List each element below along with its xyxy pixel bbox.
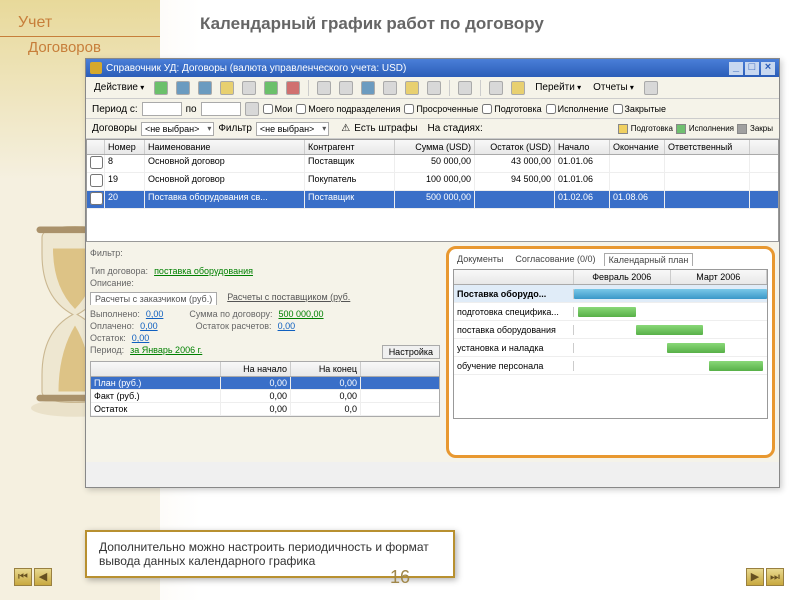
filter-combo[interactable]: <не выбран> [256, 122, 329, 136]
col-resp[interactable]: Ответственный [665, 140, 750, 154]
menubar: Действие Перейти Отчеты [86, 77, 779, 99]
period-to-label: по [186, 104, 197, 115]
copy-icon[interactable] [198, 81, 212, 95]
nav-first[interactable]: ⏮ [14, 568, 32, 586]
warning-icon: ⚠ [341, 123, 350, 134]
tool-icon-2[interactable] [264, 81, 278, 95]
fines-label: Есть штрафы [354, 123, 417, 134]
rtab-approval[interactable]: Согласование (0/0) [511, 253, 599, 266]
chk-overdue[interactable] [404, 104, 414, 114]
add-icon[interactable] [154, 81, 168, 95]
window-title: Справочник УД: Договоры (валюта управлен… [106, 63, 406, 74]
chip-closed [737, 124, 747, 134]
plan-row[interactable]: Остаток0,000,0 [91, 403, 439, 416]
rtab-docs[interactable]: Документы [453, 253, 507, 266]
chk-exec[interactable] [546, 104, 556, 114]
contracts-label: Договоры [92, 123, 137, 134]
nav-prev[interactable]: ◀ [34, 568, 52, 586]
nav-last[interactable]: ⏭ [766, 568, 784, 586]
onstage-label: На стадиях: [428, 123, 483, 134]
period-filter-bar: Период с: по Мои Моего подразделения Про… [86, 99, 779, 119]
edit-icon[interactable] [176, 81, 190, 95]
tab-customer[interactable]: Расчеты с заказчиком (руб.) [90, 292, 217, 305]
page-number: 16 [390, 567, 410, 588]
titlebar[interactable]: Справочник УД: Договоры (валюта управлен… [86, 59, 779, 77]
gantt-row[interactable]: Поставка оборудо... [454, 285, 767, 303]
calendar-plan-panel: Документы Согласование (0/0) Календарный… [446, 246, 775, 458]
plan-row[interactable]: Факт (руб.)0,000,00 [91, 390, 439, 403]
tool-icon-7[interactable] [405, 81, 419, 95]
chip-prep [618, 124, 628, 134]
col-cp[interactable]: Контрагент [305, 140, 395, 154]
col-end[interactable]: Окончание [610, 140, 665, 154]
tool-icon-9[interactable] [458, 81, 472, 95]
gantt-row[interactable]: обучение персонала [454, 357, 767, 375]
col-sum[interactable]: Сумма (USD) [395, 140, 475, 154]
gantt-row[interactable]: поставка оборудования [454, 321, 767, 339]
close-button[interactable]: × [761, 62, 775, 75]
sidebar-subtitle: Договоров [0, 36, 160, 56]
app-icon [90, 62, 102, 74]
gantt-chart: Февраль 2006 Март 2006 Поставка оборудо.… [453, 269, 768, 419]
calendar-icon[interactable] [489, 81, 503, 95]
menu-action[interactable]: Действие [92, 81, 146, 94]
contract-type[interactable]: поставка оборудования [154, 266, 253, 276]
chk-my[interactable] [263, 104, 273, 114]
col-num[interactable]: Номер [105, 140, 145, 154]
table-row[interactable]: 19Основной договорПокупатель100 000,0094… [87, 173, 778, 191]
month-feb: Февраль 2006 [574, 270, 671, 284]
period-to-input[interactable] [201, 102, 241, 116]
table-row[interactable]: 8Основной договорПоставщик50 000,0043 00… [87, 155, 778, 173]
contract-filter-bar: Договоры <не выбран> Фильтр <не выбран> … [86, 119, 779, 139]
period-from-input[interactable] [142, 102, 182, 116]
help-icon[interactable] [511, 81, 525, 95]
contracts-combo[interactable]: <не выбран> [141, 122, 214, 136]
col-rest[interactable]: Остаток (USD) [475, 140, 555, 154]
minimize-button[interactable]: _ [729, 62, 743, 75]
nav-next[interactable]: ▶ [746, 568, 764, 586]
period-from-label: Период с: [92, 104, 138, 115]
chip-exec [676, 124, 686, 134]
sidebar-title: Учет [0, 0, 160, 36]
details-left: Фильтр: Тип договора:поставка оборудован… [90, 246, 440, 458]
plan-row[interactable]: План (руб.)0,000,00 [91, 377, 439, 390]
question-icon[interactable] [644, 81, 658, 95]
gantt-row[interactable]: подготовка специфика... [454, 303, 767, 321]
gantt-row[interactable]: установка и наладка [454, 339, 767, 357]
chk-closed[interactable] [613, 104, 623, 114]
tab-supplier[interactable]: Расчеты с поставщиком (руб. [227, 292, 350, 305]
maximize-button[interactable]: □ [745, 62, 759, 75]
plan-table: На началоНа конец План (руб.)0,000,00Фак… [90, 361, 440, 417]
chk-my-dept[interactable] [296, 104, 306, 114]
callout-text: Дополнительно можно настроить периодично… [99, 540, 429, 568]
col-name[interactable]: Наименование [145, 140, 305, 154]
find-icon[interactable] [220, 81, 234, 95]
tool-icon-8[interactable] [427, 81, 441, 95]
app-window: Справочник УД: Договоры (валюта управлен… [85, 58, 780, 488]
col-start[interactable]: Начало [555, 140, 610, 154]
table-row[interactable]: 20Поставка оборудования св...Поставщик50… [87, 191, 778, 209]
tool-icon-4[interactable] [339, 81, 353, 95]
tool-icon-6[interactable] [383, 81, 397, 95]
rtab-plan[interactable]: Календарный план [604, 253, 694, 266]
delete-icon[interactable] [286, 81, 300, 95]
settings-button[interactable]: Настройка [382, 345, 440, 359]
chk-prep[interactable] [482, 104, 492, 114]
filter-label: Фильтр [218, 123, 252, 134]
tool-icon-3[interactable] [317, 81, 331, 95]
tool-icon-5[interactable] [361, 81, 375, 95]
period-picker-icon[interactable] [245, 102, 259, 116]
month-mar: Март 2006 [671, 270, 768, 284]
menu-goto[interactable]: Перейти [533, 81, 583, 94]
contracts-grid: Номер Наименование Контрагент Сумма (USD… [86, 139, 779, 242]
menu-reports[interactable]: Отчеты [591, 81, 636, 94]
tool-icon-1[interactable] [242, 81, 256, 95]
page-title: Календарный график работ по договору [200, 14, 544, 34]
